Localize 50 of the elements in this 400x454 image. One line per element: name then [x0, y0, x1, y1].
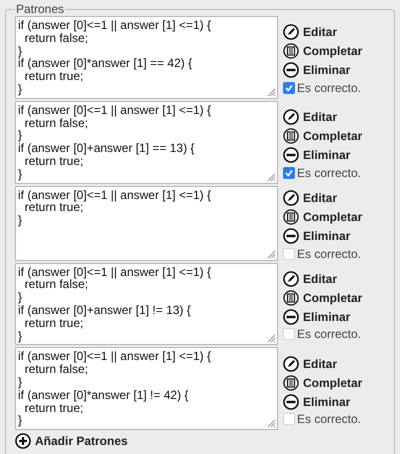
- minus-icon: [283, 308, 299, 325]
- minus-icon: [283, 394, 299, 410]
- checkbox-label: Es correcto.: [297, 412, 362, 426]
- edit-button[interactable]: Editar: [283, 270, 362, 288]
- complete-button[interactable]: Completar: [283, 374, 362, 392]
- edit-button[interactable]: Editar: [283, 24, 362, 41]
- list-icon: [283, 374, 299, 391]
- delete-button[interactable]: Eliminar: [283, 62, 362, 79]
- pencil-icon: [283, 356, 299, 372]
- code-field[interactable]: if (answer [0]<=1 || answer [1] <=1) { return false; } if (answer [0]+answer [1] == 13) { return true; }: [15, 100, 278, 184]
- pencil-icon: [283, 109, 299, 126]
- complete-button[interactable]: Completar: [283, 289, 362, 306]
- plus-icon: [15, 432, 31, 449]
- resize-grip-icon[interactable]: [266, 172, 276, 182]
- code-field[interactable]: if (answer [0]<=1 || answer [1] <=1) { return false; } if (answer [0]*answer [1] == 42) { return true; }: [15, 16, 278, 99]
- edit-button[interactable]: Editar: [283, 190, 362, 207]
- minus-icon: [283, 62, 299, 78]
- delete-button[interactable]: Eliminar: [283, 308, 362, 326]
- resize-grip-icon[interactable]: [266, 248, 276, 259]
- delete-button[interactable]: Eliminar: [283, 228, 362, 245]
- list-icon: [283, 290, 299, 306]
- delete-button[interactable]: Eliminar: [283, 146, 362, 164]
- minus-icon: [283, 228, 299, 244]
- complete-button[interactable]: Completar: [283, 42, 362, 60]
- add-patterns-button[interactable]: Añadir Patrones: [15, 432, 128, 450]
- pencil-icon: [283, 190, 299, 206]
- checkbox-label: Es correcto.: [297, 166, 362, 180]
- pencil-icon: [283, 270, 299, 287]
- edit-button[interactable]: Editar: [283, 108, 362, 126]
- checkbox-label: Es correcto.: [297, 246, 362, 261]
- checkbox-label: Es correcto.: [297, 80, 362, 95]
- pencil-icon: [283, 24, 299, 40]
- checkbox-label: Es correcto.: [297, 327, 362, 342]
- complete-button[interactable]: Completar: [283, 128, 362, 145]
- resize-grip-icon[interactable]: [266, 333, 276, 344]
- panel-legend: Patrones: [15, 2, 66, 16]
- list-icon: [283, 209, 299, 226]
- resize-grip-icon[interactable]: [266, 418, 276, 428]
- correct-checkbox[interactable]: [283, 166, 295, 179]
- edit-button[interactable]: Editar: [283, 355, 362, 372]
- code-field[interactable]: if (answer [0]<=1 || answer [1] <=1) { return true; }: [15, 186, 278, 261]
- minus-icon: [283, 147, 299, 164]
- complete-button[interactable]: Completar: [283, 208, 362, 226]
- list-icon: [283, 128, 299, 144]
- resize-grip-icon[interactable]: [266, 86, 276, 97]
- code-field[interactable]: if (answer [0]<=1 || answer [1] <=1) { return false; } if (answer [0]*answer [1] != 42) { return true; }: [15, 347, 278, 430]
- list-icon: [283, 43, 299, 60]
- delete-button[interactable]: Eliminar: [283, 393, 362, 410]
- code-field[interactable]: if (answer [0]<=1 || answer [1] <=1) { return false; } if (answer [0]+answer [1] != 13) { return true; }: [15, 262, 278, 346]
- correct-checkbox[interactable]: [283, 82, 295, 94]
